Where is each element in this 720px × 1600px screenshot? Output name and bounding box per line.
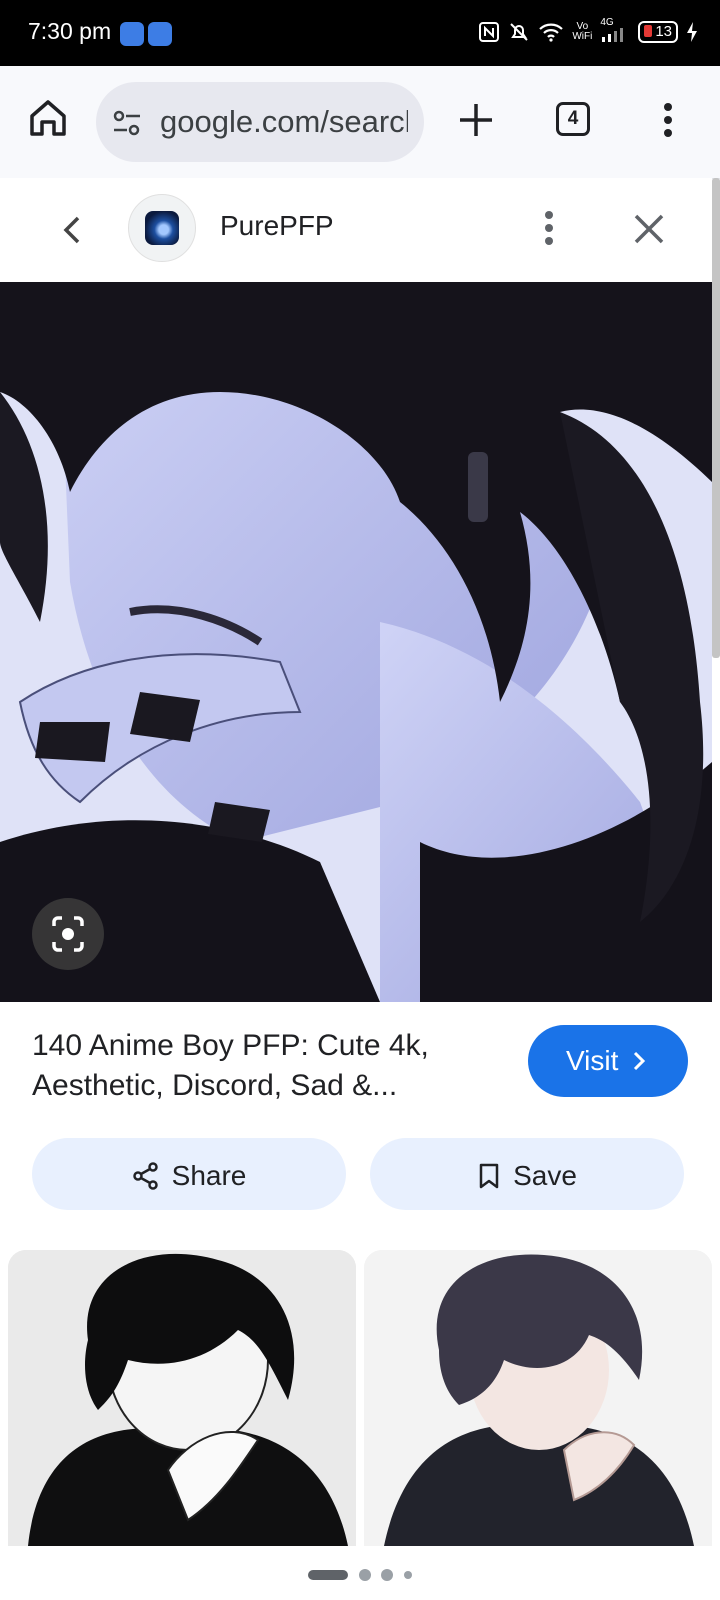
- share-button[interactable]: Share: [32, 1138, 346, 1210]
- battery-fill: [644, 24, 653, 37]
- related-image-1[interactable]: [8, 1250, 356, 1546]
- url-bar[interactable]: google.com/search: [96, 82, 424, 162]
- lens-icon: [52, 916, 84, 952]
- wifi-icon: [539, 23, 564, 42]
- anime-boy-illustration: [0, 282, 712, 1002]
- source-header: PurePFP: [0, 178, 712, 282]
- plus-icon[interactable]: [456, 100, 496, 140]
- main-result-image[interactable]: [0, 282, 712, 1002]
- related-image-2-illustration: [364, 1250, 712, 1546]
- mute-notification-icon: [510, 22, 529, 41]
- chevron-right-icon: [633, 1051, 646, 1071]
- site-logo-image: [145, 211, 179, 245]
- more-vert-icon[interactable]: [538, 208, 560, 248]
- pager-dot[interactable]: [381, 1568, 394, 1581]
- cell-signal: 4G: [600, 18, 630, 45]
- vowifi-label: Vo WiFi: [572, 20, 593, 42]
- more-vert-icon[interactable]: [656, 100, 680, 140]
- visit-label: Visit: [566, 1045, 619, 1076]
- lens-search-button[interactable]: [32, 898, 104, 970]
- status-indicators: Vo WiFi 4G 13: [478, 18, 698, 45]
- charging-icon: [687, 21, 697, 42]
- related-image-2[interactable]: [364, 1250, 712, 1546]
- network-type: 4G: [600, 17, 614, 28]
- page-scrollbar[interactable]: [712, 178, 720, 658]
- site-name[interactable]: PurePFP: [220, 210, 334, 242]
- result-title[interactable]: 140 Anime Boy PFP: Cute 4k, Aesthetic, D…: [32, 1026, 472, 1106]
- close-icon[interactable]: [630, 210, 668, 248]
- battery-indicator: 13: [638, 20, 678, 43]
- status-bar: 7:30 pm Vo WiFi 4G 13: [0, 0, 720, 66]
- url-text: google.com/search: [160, 104, 408, 139]
- visit-button[interactable]: Visit: [528, 1025, 688, 1097]
- home-icon[interactable]: [26, 96, 70, 140]
- pager-dot[interactable]: [358, 1568, 371, 1581]
- browser-toolbar: google.com/search 4: [0, 66, 720, 179]
- share-label: Share: [171, 1159, 247, 1191]
- battery-level: 13: [655, 22, 672, 40]
- share-icon: [132, 1161, 158, 1190]
- nfc-icon: [479, 21, 500, 42]
- save-button[interactable]: Save: [370, 1138, 684, 1210]
- save-label: Save: [513, 1159, 577, 1191]
- image-pager: [0, 1566, 720, 1582]
- status-time: 7:30 pm: [28, 18, 112, 44]
- pager-dot-active[interactable]: [308, 1569, 349, 1580]
- vowifi-top: Vo: [576, 20, 589, 32]
- tune-icon[interactable]: [112, 110, 142, 136]
- tab-switcher-button[interactable]: 4: [556, 102, 590, 136]
- chat-notification-icon: [120, 22, 144, 46]
- vowifi-bottom: WiFi: [572, 30, 593, 42]
- app-notification-icon: [148, 22, 172, 46]
- pager-dot[interactable]: [403, 1570, 412, 1579]
- chevron-left-icon[interactable]: [54, 210, 90, 250]
- bookmark-icon: [479, 1163, 499, 1188]
- related-image-1-illustration: [8, 1250, 356, 1546]
- site-logo[interactable]: [128, 194, 196, 262]
- signal-icon: [602, 28, 624, 42]
